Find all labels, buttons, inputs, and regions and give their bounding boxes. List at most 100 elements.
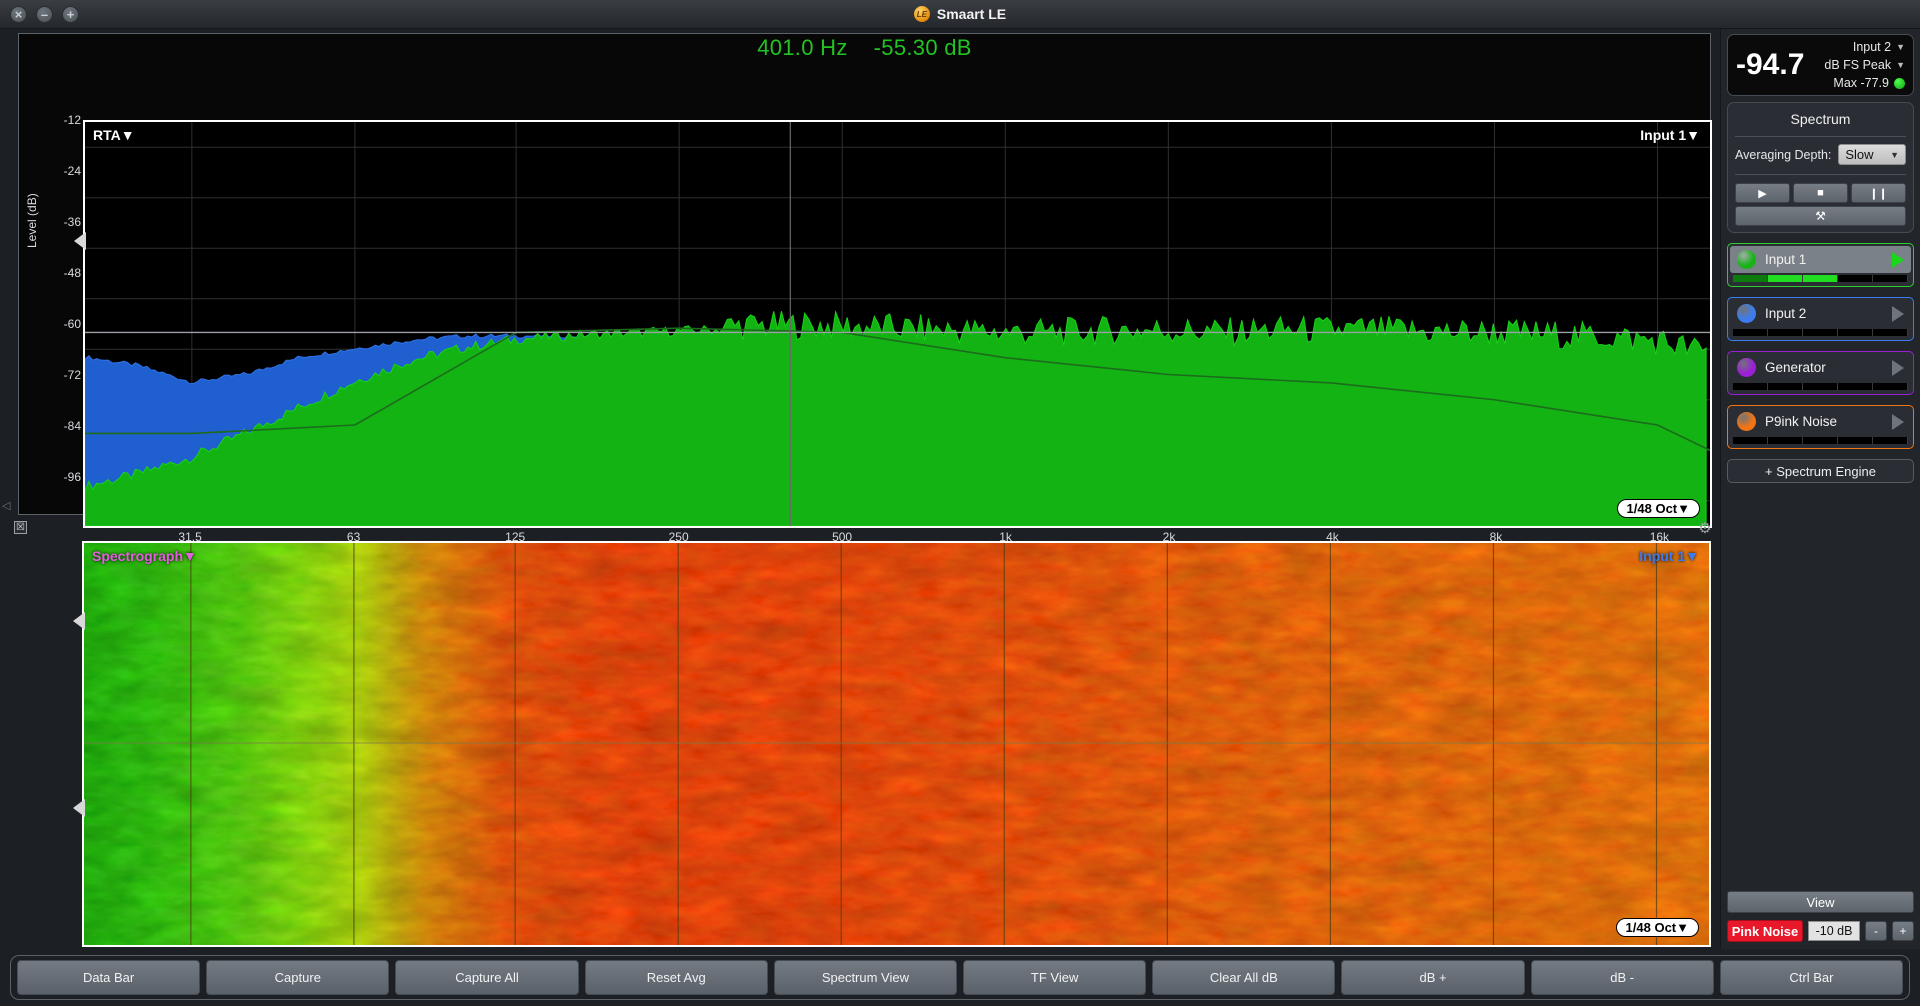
- source-level-meter: [1733, 275, 1908, 282]
- source-play-icon[interactable]: [1892, 413, 1904, 430]
- cursor-readout: 401.0 Hz -55.30 dB: [18, 33, 1711, 61]
- source-play-icon[interactable]: [1892, 305, 1904, 322]
- source-row[interactable]: Input 2: [1730, 300, 1911, 327]
- source-color-icon: [1737, 412, 1756, 431]
- window-title: LE Smaart LE: [0, 6, 1920, 22]
- source-color-icon: [1737, 250, 1756, 269]
- source-item-p9ink-noise[interactable]: P9ink Noise: [1727, 405, 1914, 449]
- pause-button[interactable]: ❙❙: [1851, 183, 1906, 203]
- spectrograph-header-label[interactable]: Spectrograph▼: [92, 548, 197, 564]
- spectrograph-panel: Spectrograph▼ Input 1▼ 1/48 Oct▼ 31.5631…: [18, 535, 1711, 981]
- rta-collapse-toggle[interactable]: ☒: [14, 521, 27, 534]
- play-button[interactable]: ▶: [1735, 183, 1790, 203]
- toolbar-button-capture[interactable]: Capture: [206, 960, 390, 995]
- spectrograph-handle-bottom[interactable]: [73, 799, 85, 817]
- status-indicator-icon: [1894, 77, 1905, 89]
- averaging-depth-value: Slow: [1845, 147, 1874, 162]
- toolbar-button-tf-view[interactable]: TF View: [963, 960, 1147, 995]
- tools-button[interactable]: ⚒: [1735, 206, 1906, 226]
- toolbar-button-capture-all[interactable]: Capture All: [395, 960, 579, 995]
- y-tick-label: -72: [63, 367, 81, 382]
- chevron-down-icon: ▼: [1890, 149, 1899, 160]
- stop-button[interactable]: ■: [1793, 183, 1848, 203]
- divider: [1735, 136, 1906, 137]
- readout-frequency: 401.0 Hz: [757, 34, 848, 60]
- source-item-generator[interactable]: Generator: [1727, 351, 1914, 395]
- transport-controls: ▶ ■ ❙❙: [1735, 183, 1906, 203]
- toolbar-button-data-bar[interactable]: Data Bar: [17, 960, 201, 995]
- meter-unit-row[interactable]: dB FS Peak ▼: [1824, 56, 1905, 74]
- pink-noise-button[interactable]: Pink Noise: [1727, 920, 1803, 942]
- rta-threshold-handle[interactable]: [74, 232, 86, 250]
- rta-source-label[interactable]: Input 1▼: [1640, 127, 1700, 143]
- level-meter: -94.7 Input 2 ▼ dB FS Peak ▼ Max -77.9: [1727, 34, 1914, 96]
- spectrum-controls: Spectrum Averaging Depth: Slow ▼ ▶ ■ ❙❙ …: [1727, 102, 1914, 233]
- rta-header-label[interactable]: RTA▼: [93, 127, 135, 143]
- toolbar-button-db[interactable]: dB -: [1530, 960, 1714, 995]
- view-button[interactable]: View: [1727, 891, 1914, 913]
- y-tick-label: -96: [63, 469, 81, 484]
- rta-panel: Level (dB) -12 -24 -36 -48 -60 -72 -84 -96 RTA▼…: [18, 60, 1712, 563]
- gain-increase-button[interactable]: +: [1892, 921, 1914, 941]
- source-color-icon: [1737, 304, 1756, 323]
- meter-max-label: Max -77.9: [1833, 76, 1889, 90]
- averaging-depth-select[interactable]: Slow ▼: [1838, 144, 1906, 165]
- source-play-icon[interactable]: [1892, 359, 1904, 376]
- rta-y-axis-labels: -12 -24 -36 -48 -60 -72 -84 -96: [41, 94, 81, 494]
- source-item-input-1[interactable]: Input 1: [1727, 243, 1914, 287]
- source-row[interactable]: Input 1: [1730, 246, 1911, 273]
- generator-row: Pink Noise -10 dB - +: [1727, 919, 1914, 943]
- chevron-down-icon: ▼: [1896, 42, 1905, 52]
- meter-input-row[interactable]: Input 2 ▼: [1824, 38, 1905, 56]
- source-label: Input 1: [1765, 252, 1807, 267]
- title-bar: × – + LE Smaart LE: [0, 0, 1920, 29]
- y-tick-label: -36: [63, 214, 81, 229]
- meter-details: Input 2 ▼ dB FS Peak ▼ Max -77.9: [1824, 38, 1905, 92]
- bottom-toolbar: Data Bar Capture Capture All Reset Avg Spect…: [0, 949, 1920, 1006]
- rta-resolution-badge[interactable]: 1/48 Oct▼: [1616, 499, 1700, 518]
- source-play-icon[interactable]: [1892, 251, 1904, 268]
- right-panel: -94.7 Input 2 ▼ dB FS Peak ▼ Max -77.9 S…: [1720, 29, 1920, 949]
- meter-value: -94.7: [1736, 48, 1805, 81]
- window-title-text: Smaart LE: [936, 6, 1007, 22]
- y-tick-label: -84: [63, 418, 81, 433]
- spectrum-panel-title: Spectrum: [1790, 111, 1851, 127]
- toolbar-button-reset-avg[interactable]: Reset Avg: [584, 960, 768, 995]
- source-row[interactable]: P9ink Noise: [1730, 408, 1911, 435]
- source-level-meter: [1733, 383, 1908, 390]
- toolbar-button-ctrl-bar[interactable]: Ctrl Bar: [1719, 960, 1904, 995]
- source-row[interactable]: Generator: [1730, 354, 1911, 381]
- generator-gain-field[interactable]: -10 dB: [1808, 921, 1860, 941]
- app-logo-icon: LE: [913, 6, 930, 22]
- spectrograph-plot[interactable]: Spectrograph▼ Input 1▼ 1/48 Oct▼: [82, 541, 1711, 947]
- toolbar-button-spectrum-view[interactable]: Spectrum View: [773, 960, 958, 995]
- averaging-depth-label: Averaging Depth:: [1735, 147, 1832, 162]
- chevron-down-icon: ▼: [1896, 60, 1905, 70]
- readout-level: -55.30 dB: [873, 34, 972, 60]
- meter-unit-label: dB FS Peak: [1824, 58, 1892, 72]
- bottom-toolbar-buttons: Data Bar Capture Capture All Reset Avg Spect…: [10, 955, 1910, 1000]
- rta-graph: [85, 122, 1710, 526]
- source-label: Generator: [1765, 360, 1826, 375]
- meter-max-row: Max -77.9: [1824, 74, 1905, 92]
- source-color-icon: [1737, 358, 1756, 377]
- source-list: Input 1 Input 2 Generator P9ink Noise: [1727, 243, 1914, 449]
- workspace: 401.0 Hz -55.30 dB Level (dB) -12 -24 -36-…: [0, 29, 1720, 981]
- divider: [1735, 174, 1906, 175]
- source-item-input-2[interactable]: Input 2: [1727, 297, 1914, 341]
- source-level-meter: [1733, 329, 1908, 336]
- left-edge-handle[interactable]: ◁: [2, 499, 12, 543]
- y-tick-label: -60: [63, 316, 81, 331]
- spectrograph-source-label[interactable]: Input 1▼: [1639, 548, 1699, 564]
- y-tick-label: -24: [63, 163, 81, 178]
- spectrograph-resolution-badge[interactable]: 1/48 Oct▼: [1615, 918, 1699, 937]
- toolbar-button-db[interactable]: dB +: [1341, 960, 1525, 995]
- rta-y-axis-title: Level (dB): [25, 193, 39, 248]
- spectrograph-image: [84, 543, 1709, 945]
- gain-decrease-button[interactable]: -: [1865, 921, 1887, 941]
- spectrograph-handle-top[interactable]: [73, 612, 85, 630]
- rta-plot[interactable]: RTA▼ Input 1▼ 1/48 Oct▼: [83, 120, 1712, 528]
- add-spectrum-engine-button[interactable]: + Spectrum Engine: [1727, 459, 1914, 483]
- toolbar-button-clear-all-db[interactable]: Clear All dB: [1152, 960, 1336, 995]
- source-level-meter: [1733, 437, 1908, 444]
